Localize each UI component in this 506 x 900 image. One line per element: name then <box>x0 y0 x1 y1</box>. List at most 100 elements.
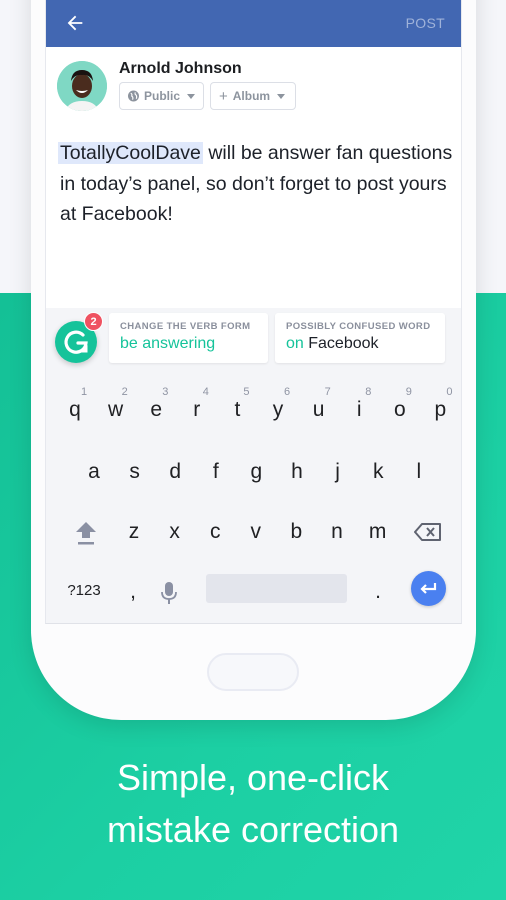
key-s[interactable]: s <box>115 448 155 498</box>
key-d[interactable]: d <box>155 448 195 498</box>
key-label: o <box>393 398 406 421</box>
key-label: y <box>272 398 284 421</box>
enter-key[interactable] <box>411 571 446 606</box>
key-hint: 7 <box>324 386 331 398</box>
home-button[interactable] <box>207 653 299 691</box>
key-a[interactable]: a <box>74 448 114 498</box>
key-c[interactable]: c <box>195 508 235 558</box>
key-hint: 0 <box>446 386 453 398</box>
key-j[interactable]: j <box>318 448 358 498</box>
key-label: s <box>129 460 140 483</box>
privacy-dropdown[interactable]: Public <box>119 82 204 110</box>
backspace-key[interactable] <box>408 508 448 558</box>
key-w[interactable]: 2w <box>96 386 136 436</box>
key-label: g <box>250 460 263 483</box>
caret-down-icon <box>187 93 195 99</box>
key-label: q <box>69 398 81 421</box>
key-n[interactable]: n <box>317 508 357 558</box>
key-label: w <box>108 398 124 421</box>
key-z[interactable]: z <box>114 508 154 558</box>
key-v[interactable]: v <box>236 508 276 558</box>
key-label: j <box>335 460 340 483</box>
suggestion-card[interactable]: CHANGE THE VERB FORM be answering <box>109 313 268 363</box>
mention-tag[interactable]: TotallyCoolDave <box>58 142 203 164</box>
backspace-icon <box>414 523 441 541</box>
key-label: p <box>434 398 447 421</box>
arrow-left-icon[interactable] <box>64 12 86 34</box>
key-label: z <box>128 520 140 543</box>
key-label: u <box>312 398 325 421</box>
key-label: e <box>150 398 163 421</box>
key-hint: 8 <box>365 386 372 398</box>
key-hint: 4 <box>202 386 209 398</box>
suggestion-count-badge: 2 <box>84 312 103 331</box>
period-key[interactable]: . <box>358 568 398 618</box>
suggestion-rest: Facebook <box>303 335 379 352</box>
post-text-input[interactable]: TotallyCoolDave will be answer fan quest… <box>58 138 455 230</box>
key-u[interactable]: 7u <box>299 386 339 436</box>
key-label: c <box>209 520 221 543</box>
symbols-key[interactable]: ?123 <box>60 568 108 618</box>
key-hint: 5 <box>243 386 250 398</box>
key-r[interactable]: 4r <box>177 386 217 436</box>
album-label: Album <box>232 89 271 103</box>
key-label: l <box>416 460 422 483</box>
keyboard: 2 CHANGE THE VERB FORM be answering POSS… <box>46 308 461 623</box>
key-label: n <box>331 520 343 543</box>
key-k[interactable]: k <box>358 448 398 498</box>
album-dropdown[interactable]: + Album <box>210 82 296 110</box>
key-y[interactable]: 6y <box>258 386 298 436</box>
key-e[interactable]: 3e <box>136 386 176 436</box>
key-label: i <box>356 398 362 421</box>
tagline-line-1: Simple, one-click <box>116 757 390 798</box>
avatar <box>57 61 107 111</box>
phone-screen: POST Arnold Johnson Public + Album Total… <box>45 0 462 624</box>
suggestion-card[interactable]: POSSIBLY CONFUSED WORD on Facebook <box>275 313 445 363</box>
caret-down-icon <box>277 93 286 99</box>
shift-key[interactable] <box>66 508 106 558</box>
globe-icon <box>128 90 139 102</box>
key-l[interactable]: l <box>399 448 439 498</box>
key-h[interactable]: h <box>277 448 317 498</box>
microphone-icon <box>161 582 177 604</box>
key-label: d <box>169 460 182 483</box>
key-m[interactable]: m <box>358 508 398 558</box>
key-p[interactable]: 0p <box>420 386 460 436</box>
app-bar: POST <box>46 0 461 47</box>
key-hint: 2 <box>121 386 128 398</box>
key-x[interactable]: x <box>155 508 195 558</box>
post-button[interactable]: POST <box>406 15 445 31</box>
key-label: a <box>88 460 100 483</box>
key-label: b <box>290 520 303 543</box>
key-label: v <box>250 520 262 543</box>
key-t[interactable]: 5t <box>217 386 257 436</box>
user-name: Arnold Johnson <box>119 60 242 77</box>
space-bar[interactable] <box>206 574 347 603</box>
key-b[interactable]: b <box>276 508 316 558</box>
key-label: t <box>234 398 241 421</box>
key-hint: 6 <box>284 386 291 398</box>
shift-icon <box>76 522 96 545</box>
key-label: f <box>212 460 219 483</box>
suggestion-replacement: be answering <box>120 335 216 352</box>
tagline-line-2: mistake correction <box>106 809 400 850</box>
plus-icon: + <box>219 87 228 105</box>
key-label: r <box>193 398 201 421</box>
key-hint: 3 <box>162 386 169 398</box>
key-label: x <box>169 520 180 543</box>
key-label: k <box>372 460 384 483</box>
key-hint: 9 <box>405 386 412 398</box>
key-i[interactable]: 8i <box>339 386 379 436</box>
key-f[interactable]: f <box>196 448 236 498</box>
suggestion-title: CHANGE THE VERB FORM <box>120 321 251 332</box>
key-q[interactable]: 1q <box>55 386 95 436</box>
suggestion-replacement: on <box>286 335 304 352</box>
key-label: h <box>291 460 303 483</box>
key-label: m <box>368 520 387 543</box>
tagline: Simple, one-click mistake correction <box>0 752 506 856</box>
comma-key[interactable]: , <box>113 568 153 618</box>
key-o[interactable]: 9o <box>380 386 420 436</box>
mic-key[interactable] <box>149 568 189 618</box>
key-g[interactable]: g <box>236 448 276 498</box>
suggestion-title: POSSIBLY CONFUSED WORD <box>286 321 431 332</box>
